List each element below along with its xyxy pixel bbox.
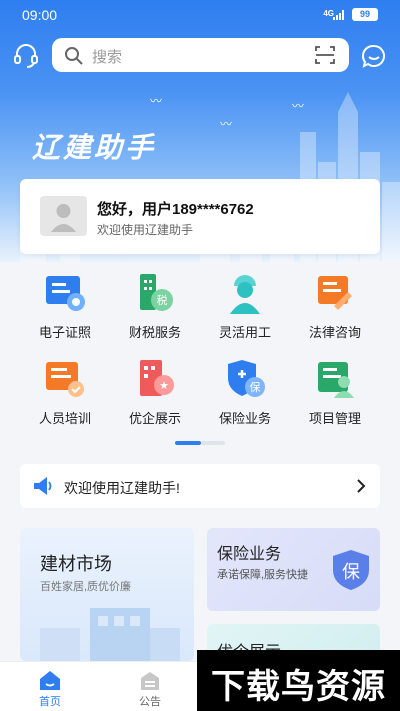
search-input[interactable]: 搜索 [52, 38, 349, 72]
bird-decoration: 〰 [292, 99, 305, 113]
svg-text:保: 保 [250, 380, 261, 394]
tab-label: 首页 [39, 696, 61, 708]
watermark-overlay: 下载鸟资源 [197, 650, 400, 711]
headset-icon[interactable] [12, 42, 40, 70]
tax-icon: 税 [140, 274, 173, 311]
service-electronic-license[interactable]: 电子证照 [20, 272, 110, 342]
card-title: 建材市场 [40, 554, 112, 574]
building-materials-card[interactable]: 建材市场 百姓家居,质优价廉 [20, 528, 194, 661]
worker-icon [230, 275, 260, 314]
tab-label: 公告 [139, 696, 161, 708]
user-greeting: 您好，用户189****6762 [97, 201, 254, 218]
message-icon[interactable] [360, 42, 388, 70]
svg-text:★: ★ [159, 379, 169, 392]
announcement-icon [141, 672, 159, 690]
card-subtitle: 百姓家居,质优价廉 [40, 581, 132, 593]
speaker-icon [34, 477, 52, 495]
service-label: 保险业务 [218, 411, 271, 426]
home-icon [40, 671, 60, 690]
page-indicator [175, 441, 225, 445]
service-label: 人员培训 [38, 411, 91, 426]
bird-decoration: 〰 [220, 117, 233, 131]
brand-title: 辽建助手 [32, 132, 157, 163]
project-icon [318, 362, 354, 398]
service-insurance[interactable]: 保 保险业务 [200, 358, 290, 428]
page-dot [201, 441, 225, 445]
service-enterprise[interactable]: ★ 优企展示 [110, 358, 200, 428]
building-illustration [40, 608, 180, 661]
service-flexible-work[interactable]: 灵活用工 [200, 272, 290, 342]
signal-icon [333, 10, 345, 20]
insurance-card[interactable]: 保险业务 承诺保障,服务快捷 保 [207, 528, 380, 611]
service-label: 财税服务 [128, 325, 181, 340]
notice-bar[interactable]: 欢迎使用辽建助手! [20, 464, 380, 508]
service-training[interactable]: 人员培训 [20, 358, 110, 428]
tab-home[interactable]: 首页 [0, 662, 100, 711]
user-card[interactable]: 您好，用户189****6762 欢迎使用辽建助手 [20, 179, 380, 254]
svg-text:税: 税 [157, 293, 168, 307]
service-label: 电子证照 [38, 325, 91, 340]
service-label: 灵活用工 [218, 325, 271, 340]
search-icon [65, 47, 83, 65]
chevron-right-icon [357, 479, 366, 493]
user-avatar-icon [51, 204, 76, 232]
notice-text: 欢迎使用辽建助手! [64, 480, 180, 496]
service-label: 优企展示 [128, 411, 181, 426]
training-icon [46, 362, 84, 397]
watermark-text: 下载鸟资源 [211, 668, 386, 706]
status-time: 09:00 [22, 7, 58, 23]
certificate-icon [46, 276, 85, 311]
scan-icon[interactable] [315, 46, 335, 64]
service-label: 法律咨询 [308, 325, 361, 340]
service-tax[interactable]: 税 财税服务 [110, 272, 200, 342]
service-project-management[interactable]: 项目管理 [290, 358, 380, 428]
service-label: 项目管理 [308, 411, 361, 426]
tab-announcement[interactable]: 公告 [100, 662, 200, 711]
bird-decoration: 〰 [150, 94, 163, 108]
welcome-text: 欢迎使用辽建助手 [97, 223, 194, 237]
page-dot-active [175, 441, 201, 445]
search-placeholder: 搜索 [92, 49, 123, 66]
enterprise-icon: ★ [140, 360, 174, 396]
insurance-badge-text: 保 [342, 562, 360, 582]
battery-icon: 99 [352, 8, 378, 21]
insurance-icon: 保 [228, 360, 265, 397]
law-icon [318, 276, 352, 310]
card-title: 保险业务 [217, 546, 282, 563]
service-legal[interactable]: 法律咨询 [290, 272, 380, 342]
card-subtitle: 承诺保障,服务快捷 [217, 569, 309, 581]
avatar [40, 196, 87, 236]
status-bar: 09:00 4G 99 [0, 0, 400, 30]
